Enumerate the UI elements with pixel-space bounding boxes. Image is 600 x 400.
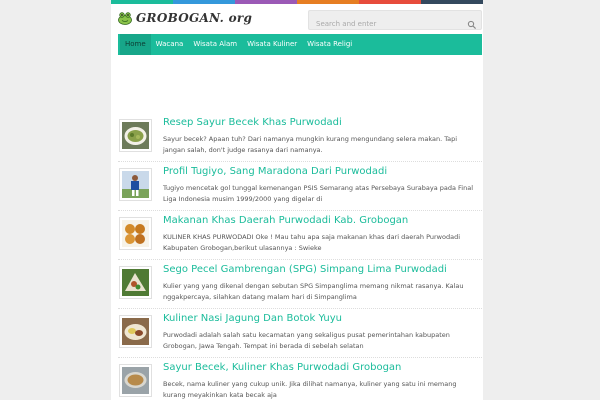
- post-title[interactable]: Sego Pecel Gambrengan (SPG) Simpang Lima…: [163, 264, 447, 275]
- post-title[interactable]: Sayur Becek, Kuliner Khas Purwodadi Grob…: [163, 362, 401, 373]
- search-icon[interactable]: [467, 15, 477, 30]
- post-title[interactable]: Profil Tugiyo, Sang Maradona Dari Purwod…: [163, 166, 387, 177]
- post-thumbnail[interactable]: [119, 217, 152, 250]
- post-thumbnail[interactable]: [119, 119, 152, 152]
- post-excerpt: Sayur becek? Apaan tuh? Dari namanya mun…: [163, 135, 458, 154]
- post-thumbnail[interactable]: [119, 266, 152, 299]
- post-item: Profil Tugiyo, Sang Maradona Dari Purwod…: [118, 162, 482, 211]
- post-excerpt: Tugiyo mencetak gol tunggal kemenangan P…: [163, 184, 474, 203]
- post-item: Sego Pecel Gambrengan (SPG) Simpang Lima…: [118, 260, 482, 309]
- post-list: Resep Sayur Becek Khas Purwodadi Sayur b…: [118, 113, 482, 400]
- post-thumbnail[interactable]: [119, 168, 152, 201]
- pecel-image: [122, 269, 149, 296]
- post-excerpt: Becek, nama kuliner yang cukup unik. Jik…: [163, 380, 457, 399]
- post-excerpt: Kulier yang yang dikenal dengan sebutan …: [163, 282, 464, 301]
- main-nav: Home Wacana Wisata Alam Wisata Kuliner W…: [118, 34, 482, 55]
- post-thumbnail[interactable]: [119, 315, 152, 348]
- nav-item-wisata-alam[interactable]: Wisata Alam: [188, 34, 242, 55]
- post-excerpt: KULINER KHAS PURWODADI Oke ! Mau tahu ap…: [163, 233, 460, 252]
- page-container: GROBOGAN. org Home Wacana Wisata Alam Wi…: [111, 0, 483, 400]
- post-title[interactable]: Makanan Khas Daerah Purwodadi Kab. Grobo…: [163, 215, 408, 226]
- nav-item-wacana[interactable]: Wacana: [151, 34, 189, 55]
- nasi-jagung-image: [122, 318, 149, 345]
- nav-item-home[interactable]: Home: [120, 34, 151, 55]
- search-input[interactable]: [309, 15, 459, 33]
- site-logo[interactable]: GROBOGAN. org: [117, 10, 252, 26]
- bowl-green-image: [122, 122, 149, 149]
- post-title[interactable]: Kuliner Nasi Jagung Dan Botok Yuyu: [163, 313, 342, 324]
- post-item: Sayur Becek, Kuliner Khas Purwodadi Grob…: [118, 358, 482, 400]
- nav-item-wisata-kuliner[interactable]: Wisata Kuliner: [242, 34, 302, 55]
- logo-text: GROBOGAN. org: [136, 11, 253, 25]
- post-thumbnail[interactable]: [119, 364, 152, 397]
- site-header: GROBOGAN. org: [111, 4, 483, 35]
- post-excerpt: Purwodadi adalah salah satu kecamatan ya…: [163, 331, 450, 350]
- soup-bowl-image: [122, 367, 149, 394]
- nav-item-wisata-religi[interactable]: Wisata Religi: [302, 34, 357, 55]
- fried-food-image: [122, 220, 149, 247]
- post-item: Kuliner Nasi Jagung Dan Botok Yuyu Purwo…: [118, 309, 482, 358]
- post-title[interactable]: Resep Sayur Becek Khas Purwodadi: [163, 117, 342, 128]
- post-item: Resep Sayur Becek Khas Purwodadi Sayur b…: [118, 113, 482, 162]
- search-box: [308, 10, 482, 33]
- frog-icon: [117, 10, 133, 26]
- footballer-image: [122, 171, 149, 198]
- post-item: Makanan Khas Daerah Purwodadi Kab. Grobo…: [118, 211, 482, 260]
